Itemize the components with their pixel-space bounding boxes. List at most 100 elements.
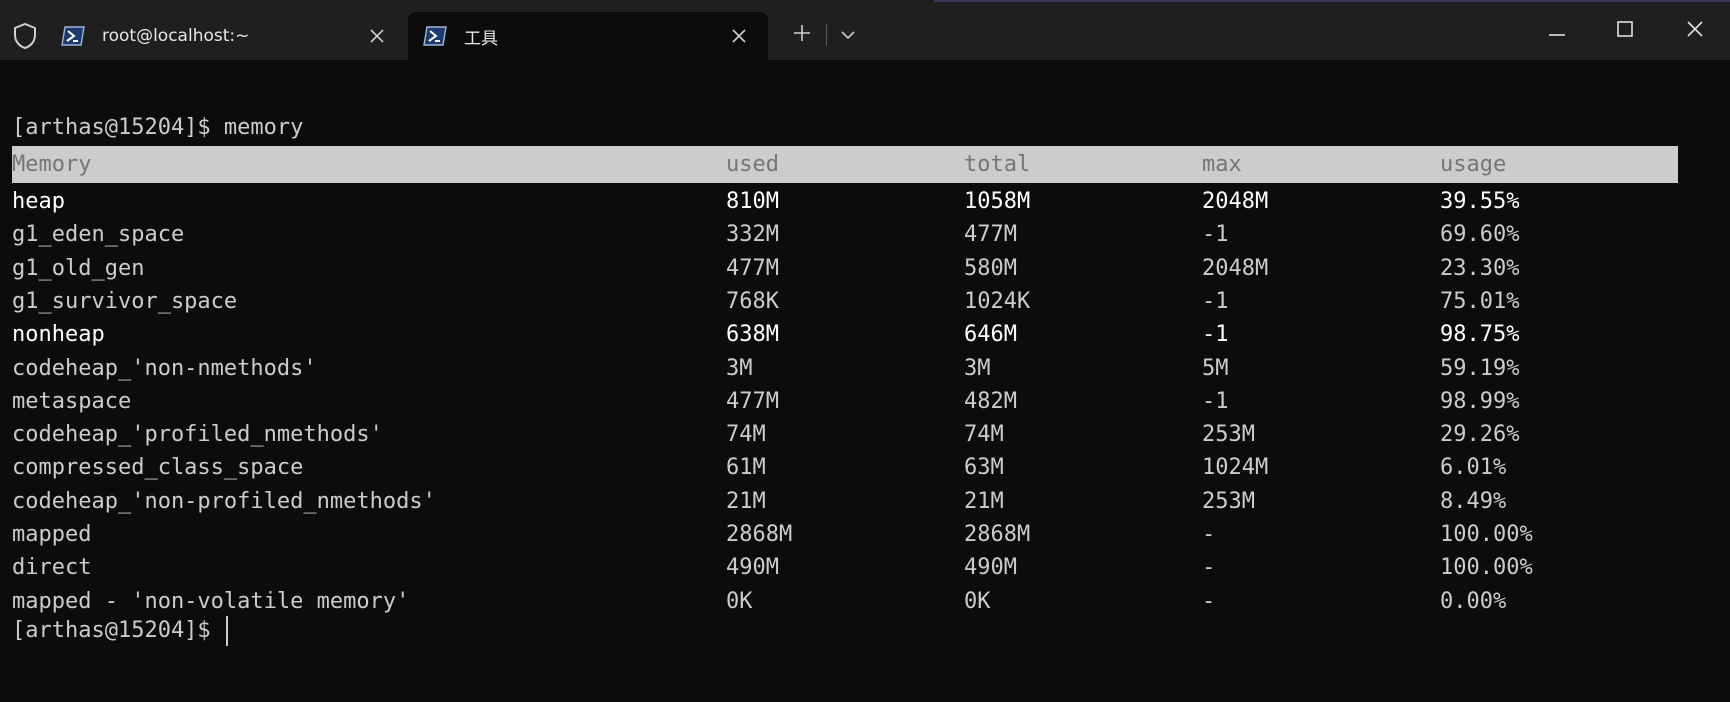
column-header-total: total [964,152,1031,177]
cell-usage: 98.99% [1440,388,1520,414]
cell-used: 61M [726,455,766,481]
tab-root-localhost[interactable]: root@localhost:~ [46,12,406,60]
close-icon[interactable] [366,25,388,47]
cell-total: 63M [964,455,1004,481]
cell-total: 3M [964,355,991,381]
close-icon[interactable] [728,25,750,47]
cell-used: 0K [726,588,753,614]
terminal-window: root@localhost:~ 工具 [arthas@15204]$ memo… [0,0,1730,702]
cell-max: 1024M [1202,455,1269,481]
close-icon [1686,20,1704,42]
table-row: compressed_class_space 61M 63M 1024M 6.01% [12,449,1678,486]
minimize-button[interactable] [1534,14,1580,48]
powershell-icon [60,24,86,48]
cell-total: 580M [964,255,1017,281]
cell-usage: 0.00% [1440,588,1507,614]
maximize-button[interactable] [1602,14,1648,48]
cell-max: -1 [1202,288,1229,314]
table-row: codeheap_'non-nmethods' 3M 3M 5M 59.19% [12,350,1678,387]
cell-usage: 75.01% [1440,288,1520,314]
table-row: codeheap_'profiled_nmethods' 74M 74M 253M 29… [12,416,1678,453]
tab-label: root@localhost:~ [102,26,250,46]
dropdown-button[interactable] [832,20,864,50]
cell-total: 74M [964,422,1004,448]
cell-used: 21M [726,488,766,514]
cell-total: 490M [964,555,1017,581]
window-close-button[interactable] [1672,14,1718,48]
new-tab-button[interactable] [786,20,818,50]
powershell-icon [422,24,448,48]
cell-total: 1024K [964,288,1031,314]
cell-max: 2048M [1202,255,1269,281]
cell-memory: mapped [12,522,92,547]
table-row: heap 810M 1058M 2048M 39.55% [12,183,1678,220]
cell-usage: 29.26% [1440,422,1520,448]
cell-max: - [1202,522,1216,547]
cell-memory: codeheap_'profiled_nmethods' [12,422,383,448]
cell-used: 3M [726,355,753,381]
tab-separator [826,24,827,46]
cell-usage: 100.00% [1440,522,1533,547]
maximize-icon [1616,20,1634,42]
table-row: g1_survivor_space 768K 1024K -1 75.01% [12,283,1678,320]
cell-total: 482M [964,388,1017,414]
cell-used: 2868M [726,522,793,547]
cell-total: 21M [964,488,1004,514]
table-row: mapped - 'non-volatile memory' 0K 0K -0.00% [12,583,1678,620]
cell-used: 810M [726,189,779,214]
cell-max: 2048M [1202,189,1269,214]
cell-max: -1 [1202,388,1229,414]
column-header-memory: Memory [12,152,92,177]
cell-total: 1058M [964,189,1031,214]
cell-total: 2868M [964,522,1031,547]
tab-bar: root@localhost:~ 工具 [0,0,1730,60]
tab-label: 工具 [464,28,498,49]
plus-icon [793,24,811,46]
cell-max: -1 [1202,322,1229,348]
cell-used: 332M [726,222,779,248]
cell-total: 477M [964,222,1017,248]
cell-usage: 59.19% [1440,355,1520,381]
cell-max: - [1202,555,1216,581]
cell-total: 0K [964,588,991,614]
cell-used: 477M [726,255,779,281]
cell-used: 638M [726,322,779,348]
cell-max: 253M [1202,488,1255,514]
table-header: Memory used total max usage [12,146,1678,183]
cell-memory: g1_eden_space [12,222,185,248]
cell-memory: compressed_class_space [12,455,304,481]
cell-usage: 39.55% [1440,189,1520,214]
cell-used: 74M [726,422,766,448]
cell-usage: 6.01% [1440,455,1507,481]
table-row: g1_old_gen 477M 580M 2048M 23.30% [12,250,1678,287]
table-row: codeheap_'non-profiled_nmethods' 21M 21M 25… [12,483,1678,520]
cell-usage: 100.00% [1440,555,1533,581]
table-row: g1_eden_space 332M 477M -1 69.60% [12,216,1678,253]
cell-usage: 69.60% [1440,222,1520,248]
terminal-output[interactable]: [arthas@15204]$ memory Memory used total… [0,60,1730,702]
cell-memory: nonheap [12,322,105,348]
tab-tools[interactable]: 工具 [408,12,768,60]
cell-total: 646M [964,322,1017,348]
cell-max: 253M [1202,422,1255,448]
cell-usage: 23.30% [1440,255,1520,281]
minimize-icon [1548,22,1566,41]
column-header-used: used [726,152,779,177]
table-row: mapped 2868M 2868M - 100.00% [12,516,1678,553]
cell-memory: g1_survivor_space [12,288,238,314]
prompt-line[interactable]: [arthas@15204]$ [12,612,228,649]
command-line: [arthas@15204]$ memory [12,115,304,140]
cell-max: - [1202,588,1216,614]
cell-memory: direct [12,555,92,581]
cell-used: 490M [726,555,779,581]
cell-max: -1 [1202,222,1229,248]
table-row: direct 490M 490M - 100.00% [12,549,1678,586]
cell-memory: metaspace [12,388,132,414]
top-edge-line [934,0,1730,2]
shield-icon[interactable] [12,22,38,50]
prompt-text: [arthas@15204]$ [12,618,224,643]
cell-max: 5M [1202,355,1229,381]
chevron-down-icon [840,26,856,45]
column-header-usage: usage [1440,152,1507,177]
table-row: metaspace 477M 482M -1 98.99% [12,383,1678,420]
